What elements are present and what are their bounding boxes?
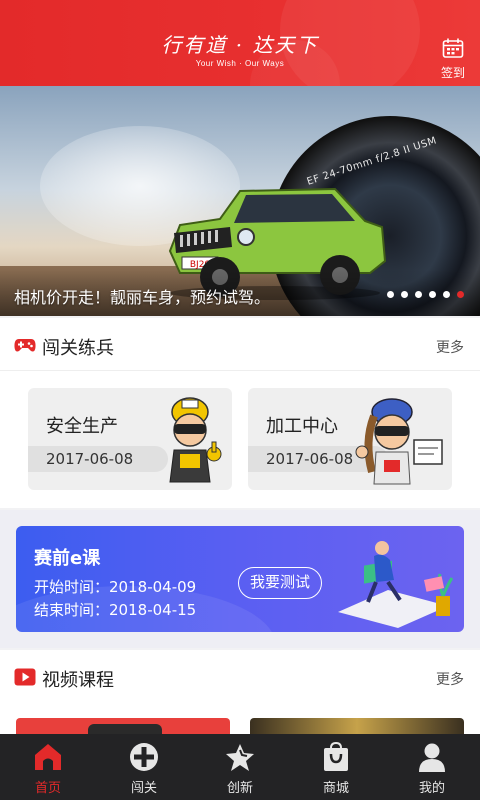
exam-end-label: 结束时间：	[34, 601, 110, 619]
carousel-dot[interactable]	[415, 291, 422, 298]
tab-label: 创新	[226, 781, 253, 796]
tab-profile[interactable]: 我的	[384, 734, 480, 800]
signin-button[interactable]: 签到	[438, 38, 468, 81]
user-icon	[419, 743, 445, 772]
card-title: 安全生产	[46, 416, 118, 437]
challenge-section: 闯关练兵 更多 安全生产 2017-06-08 加工中心 2017-06-08	[0, 318, 480, 508]
person-laptop-icon	[338, 541, 454, 628]
exam-banner[interactable]: 赛前e课 开始时间：2018-04-09 结束时间：2018-04-15 我要测…	[16, 526, 464, 632]
brand-subtitle: Your Wish · Our Ways	[195, 59, 285, 68]
carousel-dot[interactable]	[443, 291, 450, 298]
tab-mall[interactable]: 商城	[288, 734, 384, 800]
app-screen: 行有道 · 达天下 Your Wish · Our Ways 签到 EF 24-…	[0, 0, 480, 800]
promo-banner[interactable]: EF 24-70mm f/2.8 II USM BJ20 相机价开走！靓丽车身，…	[0, 86, 480, 316]
tab-home[interactable]: 首页	[0, 734, 96, 800]
challenge-header: 闯关练兵 更多	[0, 318, 480, 372]
carousel-dot-active[interactable]	[457, 291, 464, 298]
take-test-button[interactable]: 我要测试	[238, 567, 322, 599]
play-icon	[14, 668, 36, 686]
video-more-link[interactable]: 更多	[436, 669, 464, 689]
card-title: 加工中心	[266, 416, 338, 437]
challenge-card[interactable]: 加工中心 2017-06-08	[248, 388, 452, 490]
challenge-cards: 安全生产 2017-06-08 加工中心 2017-06-08	[0, 388, 480, 498]
carousel-dot[interactable]	[429, 291, 436, 298]
calendar-icon	[442, 38, 464, 58]
worker-mascot-icon	[355, 398, 443, 485]
tab-challenge[interactable]: 闯关	[96, 734, 192, 800]
banner-caption: 相机价开走！靓丽车身，预约试驾。	[14, 288, 271, 307]
exam-start-row: 开始时间：2018-04-09	[34, 576, 196, 597]
brand-logo: 行有道 · 达天下 Your Wish · Our Ways	[0, 34, 480, 68]
bottom-tab-bar: 首页 闯关 创新 商城 我的	[0, 734, 480, 800]
gamepad-icon	[130, 743, 158, 771]
video-title: 视频课程	[42, 670, 114, 691]
tab-innovation[interactable]: 创新	[192, 734, 288, 800]
star-icon	[226, 744, 254, 771]
carousel-indicators[interactable]	[387, 291, 464, 298]
exam-end-row: 结束时间：2018-04-15	[34, 599, 196, 620]
carousel-dot[interactable]	[401, 291, 408, 298]
home-icon	[35, 744, 61, 770]
gamepad-icon	[14, 339, 36, 352]
tab-label: 闯关	[130, 781, 157, 796]
exam-end-date: 2018-04-15	[109, 601, 197, 619]
tab-label: 我的	[418, 781, 445, 796]
card-date: 2017-06-08	[28, 446, 168, 472]
tab-label: 首页	[34, 781, 61, 796]
video-header: 视频课程 更多	[0, 650, 480, 704]
signin-label: 签到	[440, 66, 465, 80]
tab-label: 商城	[322, 781, 349, 796]
exam-start-label: 开始时间：	[34, 578, 110, 596]
brand-title: 行有道 · 达天下	[161, 33, 319, 57]
exam-title: 赛前e课	[34, 548, 101, 569]
challenge-title: 闯关练兵	[42, 338, 114, 359]
carousel-dot[interactable]	[387, 291, 394, 298]
top-header: 行有道 · 达天下 Your Wish · Our Ways 签到	[0, 0, 480, 86]
shopping-bag-icon	[324, 742, 348, 771]
exam-start-date: 2018-04-09	[109, 578, 197, 596]
challenge-card[interactable]: 安全生产 2017-06-08	[28, 388, 232, 490]
challenge-more-link[interactable]: 更多	[436, 337, 464, 357]
miner-mascot-icon	[169, 397, 222, 483]
